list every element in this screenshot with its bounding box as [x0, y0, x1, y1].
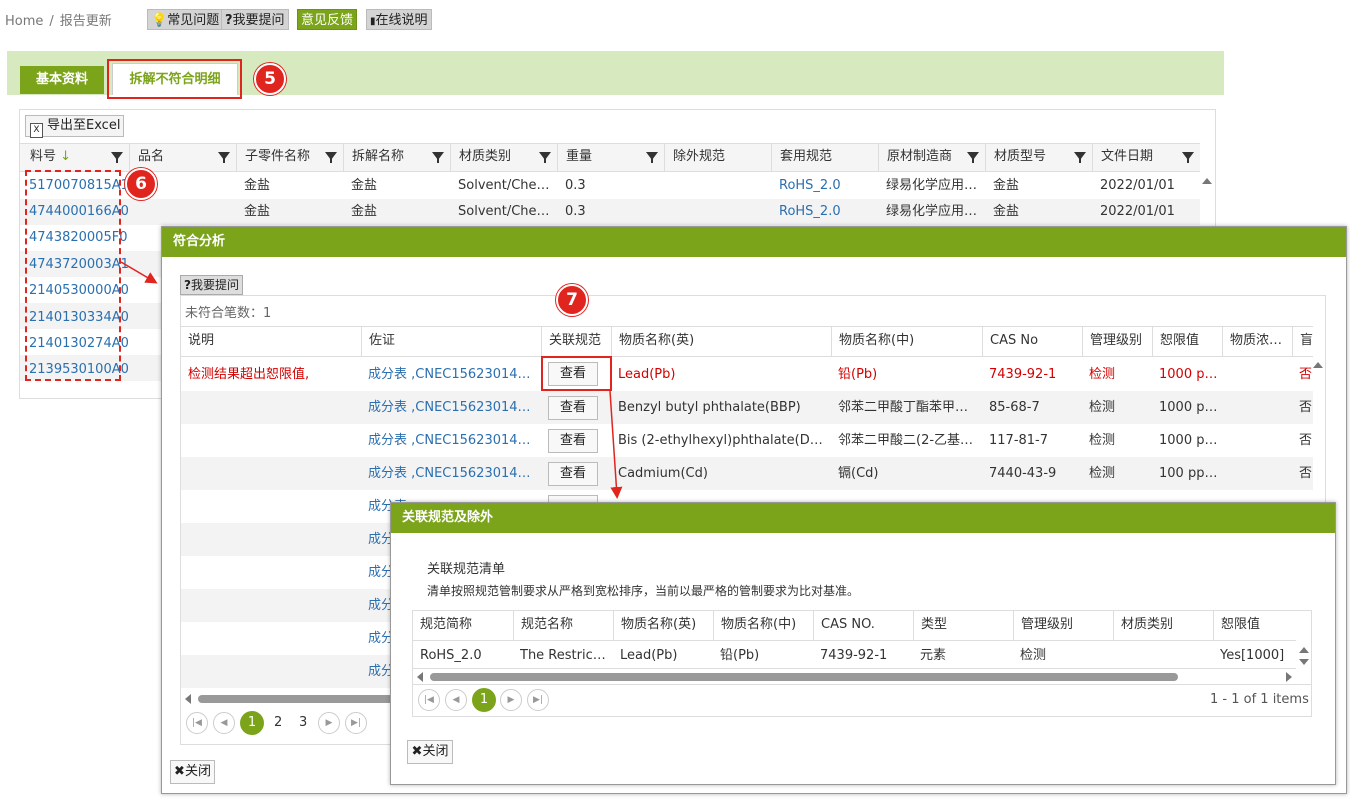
- arrow-to-spec-dialog: [609, 390, 623, 499]
- arrow-to-dialog: [120, 261, 158, 284]
- annotation-arrows: [120, 261, 623, 499]
